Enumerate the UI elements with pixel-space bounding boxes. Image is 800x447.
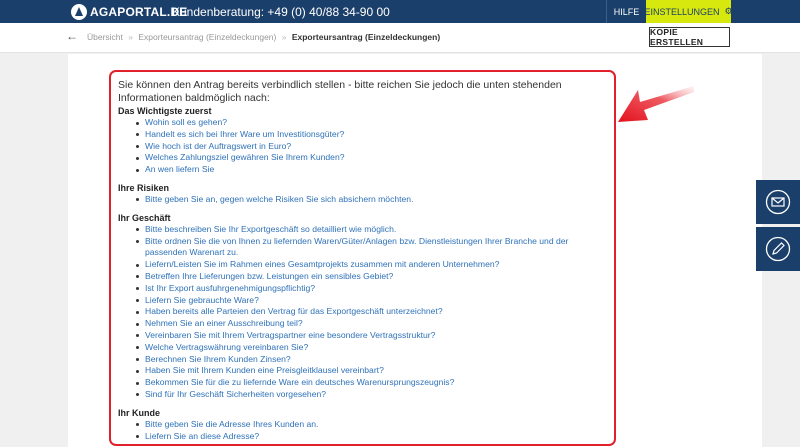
envelope-icon [765, 189, 791, 215]
question-link[interactable]: Bitte ordnen Sie die von Ihnen zu liefer… [136, 236, 606, 260]
gear-icon: ⚙ [724, 6, 733, 16]
settings-button[interactable]: EINSTELLUNGEN ⚙ [644, 0, 733, 23]
question-link[interactable]: Liefern/Leisten Sie im Rahmen eines Gesa… [136, 259, 606, 271]
breadcrumb-current: Exporteursantrag (Einzeldeckungen) [291, 32, 441, 42]
question-link[interactable]: Haben Sie mit Ihrem Kunden eine Preisgle… [136, 365, 606, 377]
contact-mail-button[interactable] [756, 180, 800, 224]
section: Das Wichtigste zuerst Wohin soll es gehen… [118, 105, 614, 176]
question-link[interactable]: Welche Vertragswährung vereinbaren Sie? [136, 342, 606, 354]
question-link[interactable]: Welches Zahlungsziel gewähren Sie Ihrem … [136, 152, 606, 164]
section-title: Ihre Risiken [118, 182, 170, 193]
question-link[interactable]: Wie hoch ist der Auftragswert in Euro? [136, 141, 606, 153]
question-link[interactable]: Berechnen Sie Ihrem Kunden Zinsen? [136, 354, 606, 366]
logo[interactable]: AGAPORTAL.DE [71, 3, 188, 20]
intro-text: Sie können den Antrag bereits verbindlic… [118, 79, 562, 104]
question-link[interactable]: Liefern Sie an diese Adresse? [136, 431, 606, 443]
question-link[interactable]: Handelt es sich bei Ihrer Ware um Invest… [136, 129, 606, 141]
feedback-edit-button[interactable] [756, 227, 800, 271]
section: Ihre Risiken Bitte geben Sie an, gegen we… [118, 182, 614, 206]
section-title: Ihr Geschäft [118, 212, 171, 223]
help-button[interactable]: HILFE [606, 0, 646, 23]
question-list: Wohin soll es gehen? Handelt es sich bei … [118, 117, 614, 176]
question-link[interactable]: Wohin soll es gehen? [136, 117, 606, 129]
section: Ihr Kunde Bitte geben Sie die Adresse Ihr… [118, 407, 614, 443]
question-list: Bitte geben Sie an, gegen welche Risiken… [118, 194, 614, 206]
missing-information-box: Sie können den Antrag bereits verbindlic… [109, 70, 616, 446]
question-link[interactable]: Sind für Ihr Geschäft Sicherheiten vorge… [136, 389, 606, 401]
help-label: HILFE [613, 6, 640, 17]
red-arrow-icon [618, 86, 694, 122]
create-copy-label: KOPIE ERSTELLEN [650, 27, 704, 47]
section: Ihr Geschäft Bitte beschreiben Sie Ihr Ex… [118, 212, 614, 401]
section-title: Das Wichtigste zuerst [118, 106, 212, 116]
breadcrumb-separator: » [281, 32, 287, 42]
pencil-icon [765, 236, 791, 262]
question-link[interactable]: Vereinbaren Sie mit Ihrem Vertragspartne… [136, 330, 606, 342]
question-link[interactable]: Bitte geben Sie die Adresse Ihres Kunden… [136, 419, 606, 431]
question-list: Bitte geben Sie die Adresse Ihres Kunden… [118, 419, 614, 443]
breadcrumb-item-overview[interactable]: Übersicht [87, 32, 123, 42]
breadcrumb-item-application[interactable]: Exporteursantrag (Einzeldeckungen) [138, 32, 276, 42]
question-link[interactable]: Bekommen Sie für die zu liefernde Ware e… [136, 377, 606, 389]
breadcrumb: Übersicht » Exporteursantrag (Einzeldeck… [87, 32, 440, 42]
question-link[interactable]: Betreffen Ihre Lieferungen bzw. Leistung… [136, 271, 606, 283]
question-link[interactable]: Haben bereits alle Parteien den Vertrag … [136, 306, 606, 318]
question-link[interactable]: An wen liefern Sie [136, 164, 606, 176]
back-arrow-icon[interactable]: ← [66, 29, 78, 43]
hotline-text: Kundenberatung: +49 (0) 40/88 34-90 00 [172, 5, 390, 19]
question-link[interactable]: Nehmen Sie an einer Ausschreibung teil? [136, 318, 606, 330]
logo-icon [71, 3, 87, 20]
section-title: Ihr Kunde [118, 407, 160, 418]
question-link[interactable]: Bitte beschreiben Sie Ihr Exportgeschäft… [136, 224, 606, 236]
create-copy-button[interactable]: KOPIE ERSTELLEN [649, 27, 730, 47]
top-navigation-bar: AGAPORTAL.DE Kundenberatung: +49 (0) 40/… [0, 0, 800, 23]
settings-label: EINSTELLUNGEN [644, 6, 720, 17]
breadcrumb-bar: ← Übersicht » Exporteursantrag (Einzelde… [0, 23, 800, 53]
question-link[interactable]: Ist Ihr Export ausfuhrgenehmigungspflich… [136, 283, 606, 295]
question-link[interactable]: Liefern Sie gebrauchte Ware? [136, 295, 606, 307]
sections-container: Das Wichtigste zuerst Wohin soll es gehen… [118, 105, 614, 442]
breadcrumb-separator: » [128, 32, 134, 42]
question-list: Bitte beschreiben Sie Ihr Exportgeschäft… [118, 224, 614, 401]
question-link[interactable]: Bitte geben Sie an, gegen welche Risiken… [136, 194, 606, 206]
